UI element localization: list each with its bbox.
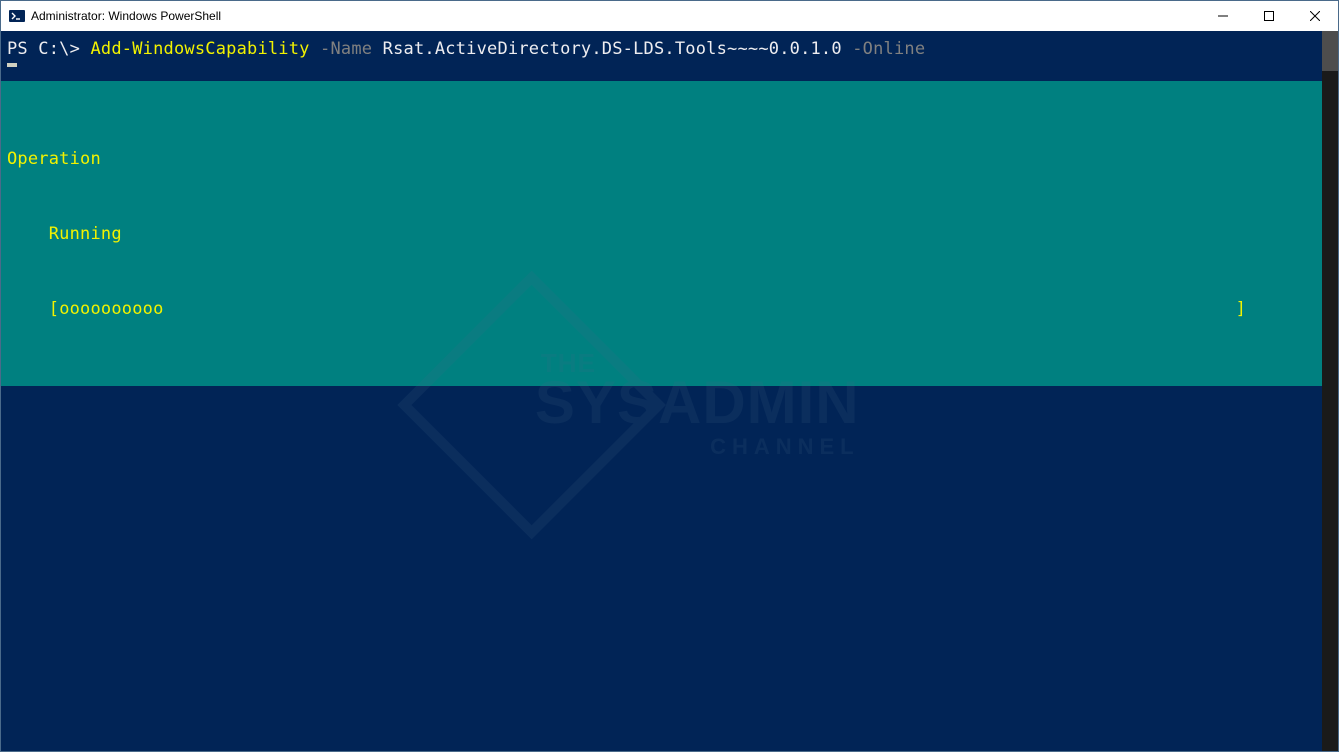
cursor bbox=[7, 63, 17, 67]
scrollbar[interactable] bbox=[1322, 31, 1338, 751]
progress-status: Running bbox=[7, 222, 1316, 247]
terminal-area: PS C:\> Add-WindowsCapability -Name Rsat… bbox=[1, 31, 1338, 751]
maximize-button[interactable] bbox=[1246, 1, 1292, 31]
prompt: PS C:\> bbox=[7, 39, 90, 59]
progress-bar-open: [ bbox=[49, 297, 59, 322]
progress-banner: Operation Running [oooooooooo] bbox=[1, 81, 1322, 386]
window-title: Administrator: Windows PowerShell bbox=[31, 9, 1200, 23]
watermark-line3: CHANNEL bbox=[535, 435, 860, 459]
progress-bar: [oooooooooo] bbox=[7, 297, 1316, 322]
param-online-flag: -Online bbox=[842, 39, 925, 59]
powershell-window: Administrator: Windows PowerShell PS C:\… bbox=[0, 0, 1339, 752]
cmdlet: Add-WindowsCapability bbox=[90, 39, 309, 59]
close-button[interactable] bbox=[1292, 1, 1338, 31]
cursor-line bbox=[1, 63, 1322, 81]
scrollbar-thumb[interactable] bbox=[1322, 31, 1338, 71]
progress-bar-indent bbox=[7, 297, 49, 322]
minimize-button[interactable] bbox=[1200, 1, 1246, 31]
command-line: PS C:\> Add-WindowsCapability -Name Rsat… bbox=[1, 31, 1322, 63]
powershell-icon bbox=[9, 8, 25, 24]
progress-bar-fill: oooooooooo bbox=[59, 297, 163, 322]
progress-bar-close: ] bbox=[1236, 297, 1316, 322]
param-name-flag: -Name bbox=[310, 39, 383, 59]
param-name-value: Rsat.ActiveDirectory.DS-LDS.Tools~~~~0.0… bbox=[383, 39, 842, 59]
window-controls bbox=[1200, 1, 1338, 31]
titlebar[interactable]: Administrator: Windows PowerShell bbox=[1, 1, 1338, 31]
terminal[interactable]: PS C:\> Add-WindowsCapability -Name Rsat… bbox=[1, 31, 1322, 751]
progress-title: Operation bbox=[7, 147, 1316, 172]
